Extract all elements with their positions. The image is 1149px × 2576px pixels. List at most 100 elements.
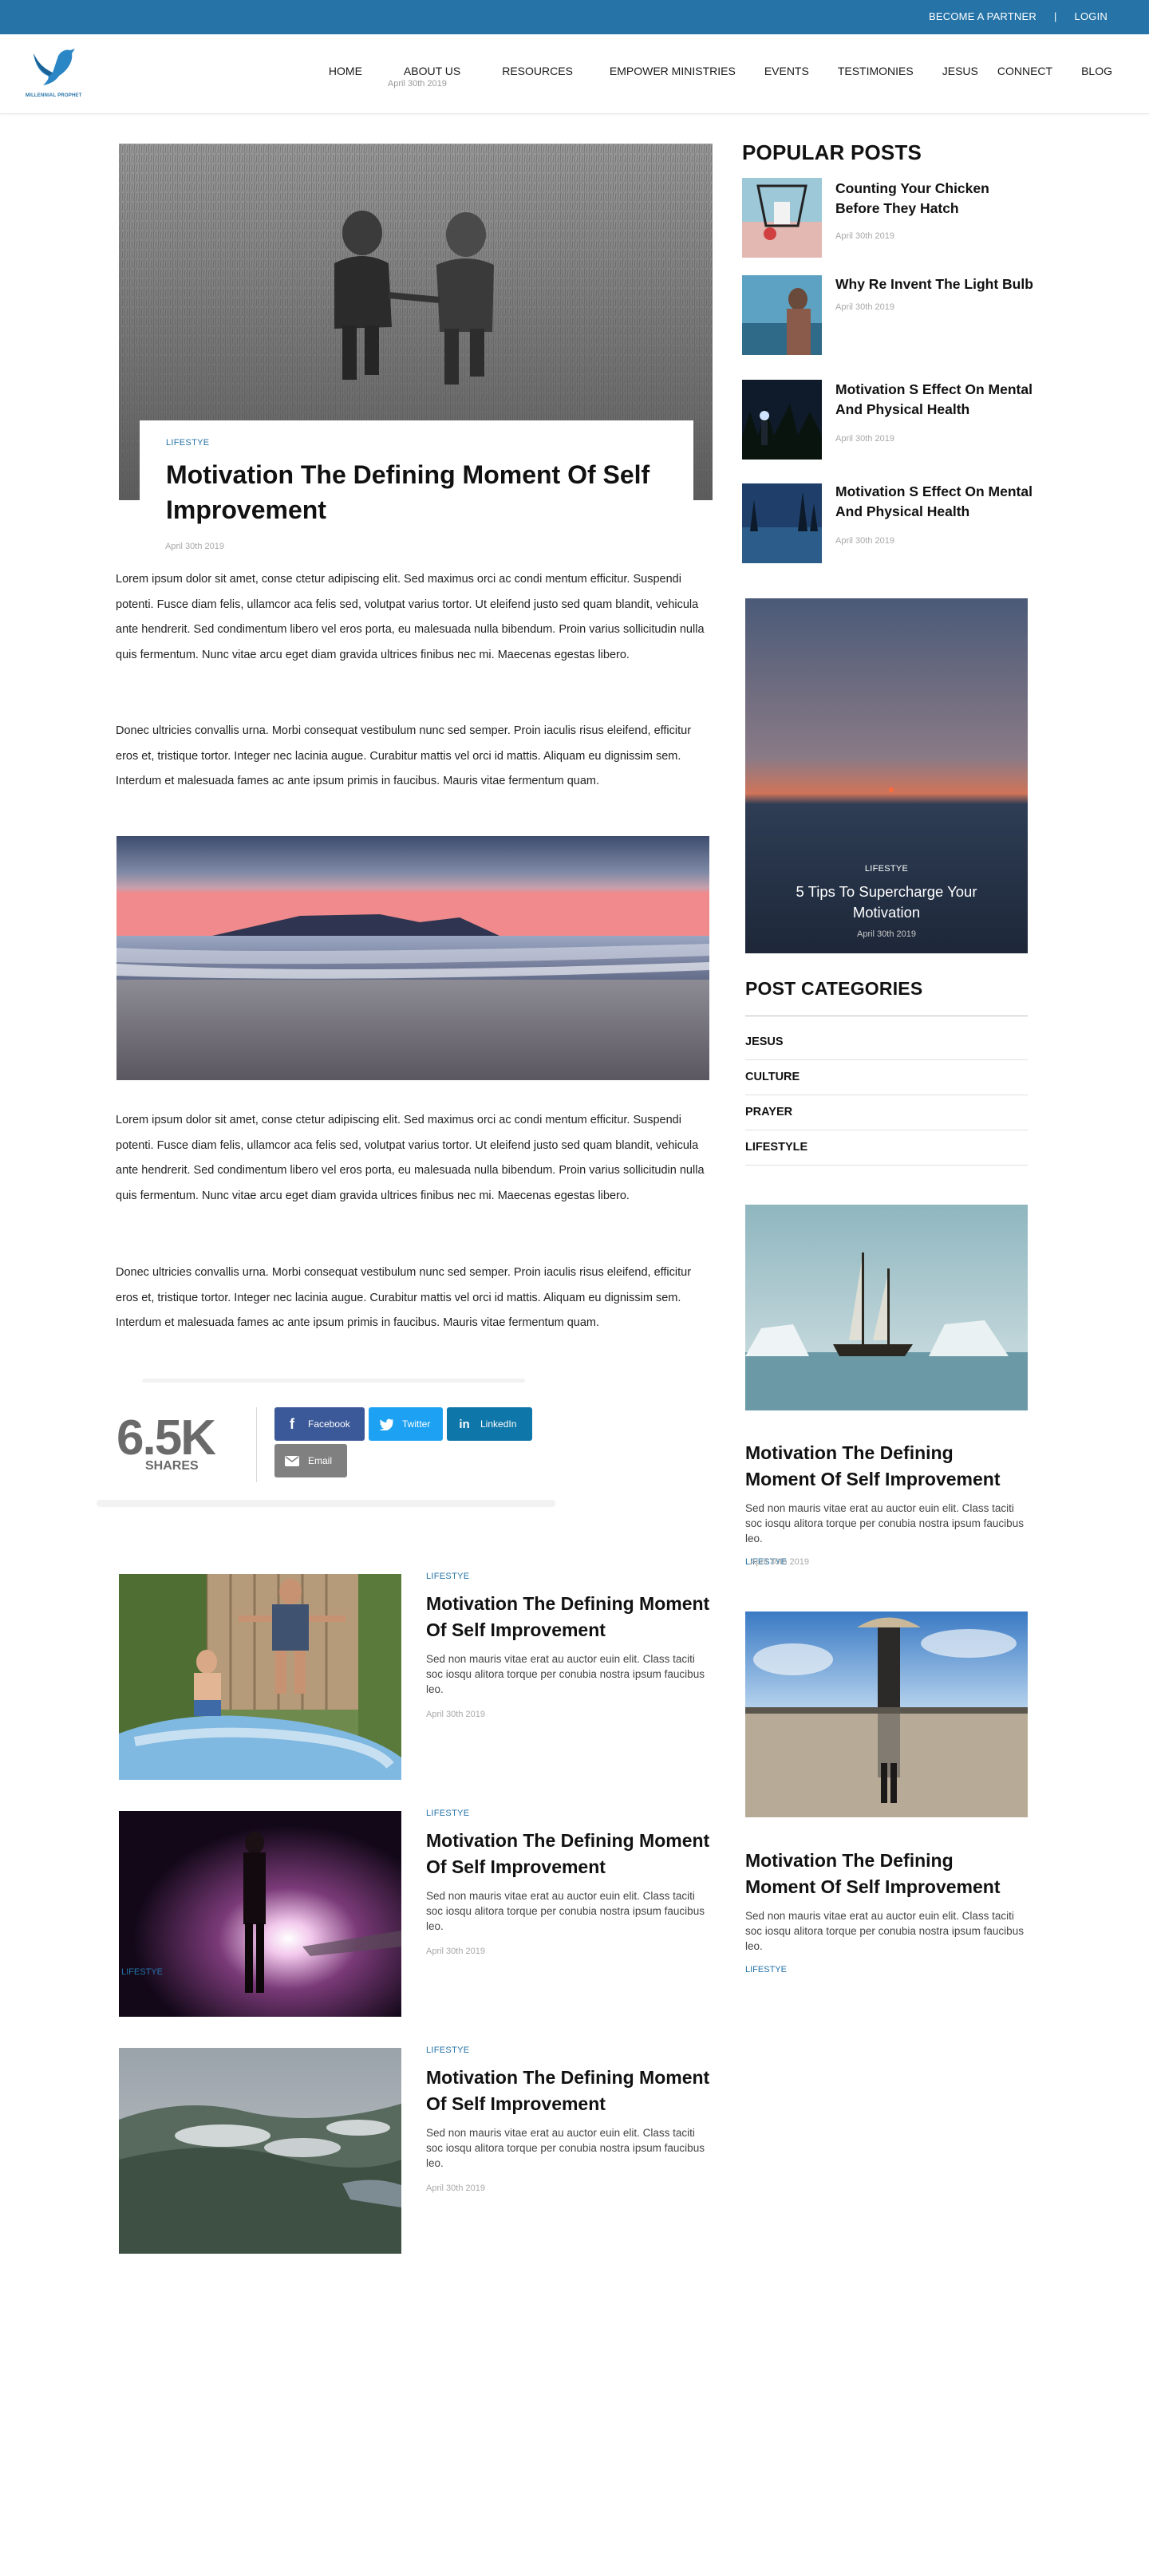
popular-thumb-2[interactable] bbox=[742, 275, 822, 355]
article-paragraph: Lorem ipsum dolor sit amet, conse ctetur… bbox=[116, 573, 705, 661]
related-date: April 30th 2019 bbox=[426, 1947, 485, 1956]
site-logo[interactable]: MILLENNIAL PROPHET bbox=[26, 44, 81, 106]
share-vertical-divider bbox=[256, 1407, 257, 1482]
nav-item-home[interactable]: HOME bbox=[319, 65, 372, 77]
sidebar-card-image-umbrella[interactable] bbox=[745, 1611, 1028, 1817]
twitter-icon bbox=[378, 1416, 394, 1432]
related-desc: Sed non mauris vitae erat au auctor euin… bbox=[426, 1653, 705, 1695]
nav-item-jesus[interactable]: JESUS bbox=[933, 65, 988, 77]
nav-blog-link[interactable]: BLOG bbox=[1081, 65, 1112, 77]
hero-date: April 30th 2019 bbox=[165, 542, 224, 551]
related-image-mountains[interactable] bbox=[119, 2048, 401, 2254]
site-header: MILLENNIAL PROPHET HOME ABOUT US April 3… bbox=[0, 34, 1149, 114]
nav-empower-link[interactable]: EMPOWER MINISTRIES bbox=[610, 65, 736, 77]
hero-title: Motivation The Defining Moment Of Self I… bbox=[166, 460, 650, 524]
related-post-2: LIFESTYE Motivation The Defining Moment … bbox=[426, 1809, 713, 1956]
nav-item-connect[interactable]: CONNECT bbox=[988, 65, 1062, 77]
top-bar-links: BECOME A PARTNER | LOGIN bbox=[929, 10, 1108, 22]
sidebar-card-date: April 30th 2019 bbox=[750, 1557, 809, 1567]
featured-post-card[interactable]: LIFESTYE 5 Tips To Supercharge Your Moti… bbox=[745, 598, 1028, 953]
related-image-kids-pool[interactable] bbox=[119, 1574, 401, 1780]
related-title[interactable]: Motivation The Defining Moment Of Self I… bbox=[426, 1591, 713, 1643]
become-partner-link[interactable]: BECOME A PARTNER bbox=[929, 10, 1036, 22]
related-desc: Sed non mauris vitae erat au auctor euin… bbox=[426, 1890, 705, 1932]
nav-item-about-us[interactable]: ABOUT US April 30th 2019 bbox=[388, 65, 470, 89]
related-category[interactable]: LIFESTYE bbox=[426, 1809, 713, 1818]
nav-jesus-link[interactable]: JESUS bbox=[942, 65, 978, 77]
popular-date: April 30th 2019 bbox=[835, 434, 894, 444]
popular-post-4: Motivation S Effect On Mental And Physic… bbox=[835, 482, 1035, 546]
sidebar-card-1: Motivation The Defining Moment Of Self I… bbox=[745, 1440, 1028, 1570]
sidebar-card-image-ship[interactable] bbox=[745, 1205, 1028, 1410]
nav-item-events[interactable]: EVENTS bbox=[755, 65, 819, 77]
nav-item-blog[interactable]: BLOG bbox=[1072, 65, 1122, 77]
popular-thumb-4[interactable] bbox=[742, 483, 822, 563]
nav-connect-link[interactable]: CONNECT bbox=[997, 65, 1052, 77]
sidebar-card-category[interactable]: LIFESTYE bbox=[745, 1965, 1028, 1974]
popular-date: April 30th 2019 bbox=[835, 231, 894, 241]
category-prayer[interactable]: PRAYER bbox=[745, 1106, 792, 1118]
related-title[interactable]: Motivation The Defining Moment Of Self I… bbox=[426, 1828, 713, 1880]
popular-post-2: Why Re Invent The Light Bulb April 30th … bbox=[835, 274, 1035, 312]
nav-item-empower-ministries[interactable]: EMPOWER MINISTRIES bbox=[600, 65, 745, 77]
post-categories-heading: POST CATEGORIES bbox=[745, 978, 923, 999]
related-category[interactable]: LIFESTYE bbox=[426, 2045, 713, 2055]
featured-title[interactable]: 5 Tips To Supercharge Your Motivation bbox=[745, 882, 1028, 923]
sidebar-card-desc: Sed non mauris vitae erat au auctor euin… bbox=[745, 1910, 1024, 1952]
category-jesus[interactable]: JESUS bbox=[745, 1036, 784, 1048]
share-divider-bottom bbox=[97, 1500, 555, 1507]
popular-date: April 30th 2019 bbox=[835, 302, 894, 312]
article-paragraph: Lorem ipsum dolor sit amet, conse ctetur… bbox=[116, 1114, 705, 1202]
sidebar-card-title[interactable]: Motivation The Defining Moment Of Self I… bbox=[745, 1848, 1028, 1900]
email-share-button[interactable]: Email bbox=[274, 1444, 347, 1477]
login-link[interactable]: LOGIN bbox=[1075, 10, 1108, 22]
nav-about-us-link[interactable]: ABOUT US bbox=[404, 65, 460, 77]
popular-thumb-1[interactable] bbox=[742, 178, 822, 258]
linkedin-icon: in bbox=[459, 1417, 470, 1431]
related-post-1: LIFESTYE Motivation The Defining Moment … bbox=[426, 1572, 713, 1719]
related-title[interactable]: Motivation The Defining Moment Of Self I… bbox=[426, 2065, 713, 2117]
facebook-share-label: Facebook bbox=[308, 1418, 350, 1430]
linkedin-share-button[interactable]: in LinkedIn bbox=[447, 1407, 532, 1441]
email-share-label: Email bbox=[308, 1455, 333, 1466]
linkedin-share-label: LinkedIn bbox=[480, 1418, 517, 1430]
category-divider bbox=[745, 1165, 1028, 1166]
share-label: SHARES bbox=[145, 1459, 199, 1473]
popular-title[interactable]: Motivation S Effect On Mental And Physic… bbox=[835, 482, 1035, 522]
article-paragraph: Donec ultricies convallis urna. Morbi co… bbox=[116, 724, 692, 787]
related-date: April 30th 2019 bbox=[426, 1710, 485, 1719]
nav-testimonies-link[interactable]: TESTIMONIES bbox=[838, 65, 914, 77]
popular-posts-heading: POPULAR POSTS bbox=[742, 140, 922, 164]
twitter-share-button[interactable]: Twitter bbox=[369, 1407, 443, 1441]
share-divider-top bbox=[142, 1379, 525, 1383]
category-divider bbox=[745, 1059, 1028, 1060]
sidebar-card-2: Motivation The Defining Moment Of Self I… bbox=[745, 1848, 1028, 1974]
nav-events-link[interactable]: EVENTS bbox=[764, 65, 809, 77]
article-paragraph: Donec ultricies convallis urna. Morbi co… bbox=[116, 1266, 692, 1329]
facebook-icon: f bbox=[290, 1415, 294, 1432]
featured-category[interactable]: LIFESTYE bbox=[745, 864, 1028, 874]
related-category[interactable]: LIFESTYE bbox=[426, 1572, 713, 1581]
hero-category[interactable]: LIFESTYE bbox=[166, 438, 667, 448]
nav-item-resources[interactable]: RESOURCES bbox=[492, 65, 582, 77]
related-date: April 30th 2019 bbox=[426, 2183, 485, 2193]
nav-home-link[interactable]: HOME bbox=[329, 65, 362, 77]
nav-resources-link[interactable]: RESOURCES bbox=[502, 65, 573, 77]
sidebar-card-title[interactable]: Motivation The Defining Moment Of Self I… bbox=[745, 1440, 1028, 1493]
popular-title[interactable]: Motivation S Effect On Mental And Physic… bbox=[835, 380, 1035, 420]
sidebar-card-desc: Sed non mauris vitae erat au auctor euin… bbox=[745, 1502, 1024, 1544]
email-icon bbox=[284, 1453, 300, 1469]
popular-post-1: Counting Your Chicken Before They Hatch … bbox=[835, 179, 1035, 241]
sidebar-card-meta: LIFESTYE April 30th 2019 bbox=[745, 1557, 1028, 1570]
popular-title[interactable]: Counting Your Chicken Before They Hatch bbox=[835, 179, 1035, 219]
popular-date: April 30th 2019 bbox=[835, 536, 894, 546]
top-bar-separator: | bbox=[1053, 10, 1057, 22]
nav-item-testimonies[interactable]: TESTIMONIES bbox=[828, 65, 923, 77]
category-culture[interactable]: CULTURE bbox=[745, 1071, 800, 1083]
related-image-night-light[interactable]: LIFESTYE bbox=[119, 1811, 401, 2017]
facebook-share-button[interactable]: f Facebook bbox=[274, 1407, 365, 1441]
category-lifestyle[interactable]: LIFESTYLE bbox=[745, 1141, 807, 1154]
popular-post-3: Motivation S Effect On Mental And Physic… bbox=[835, 380, 1035, 444]
popular-title[interactable]: Why Re Invent The Light Bulb bbox=[835, 274, 1035, 294]
popular-thumb-3[interactable] bbox=[742, 380, 822, 460]
